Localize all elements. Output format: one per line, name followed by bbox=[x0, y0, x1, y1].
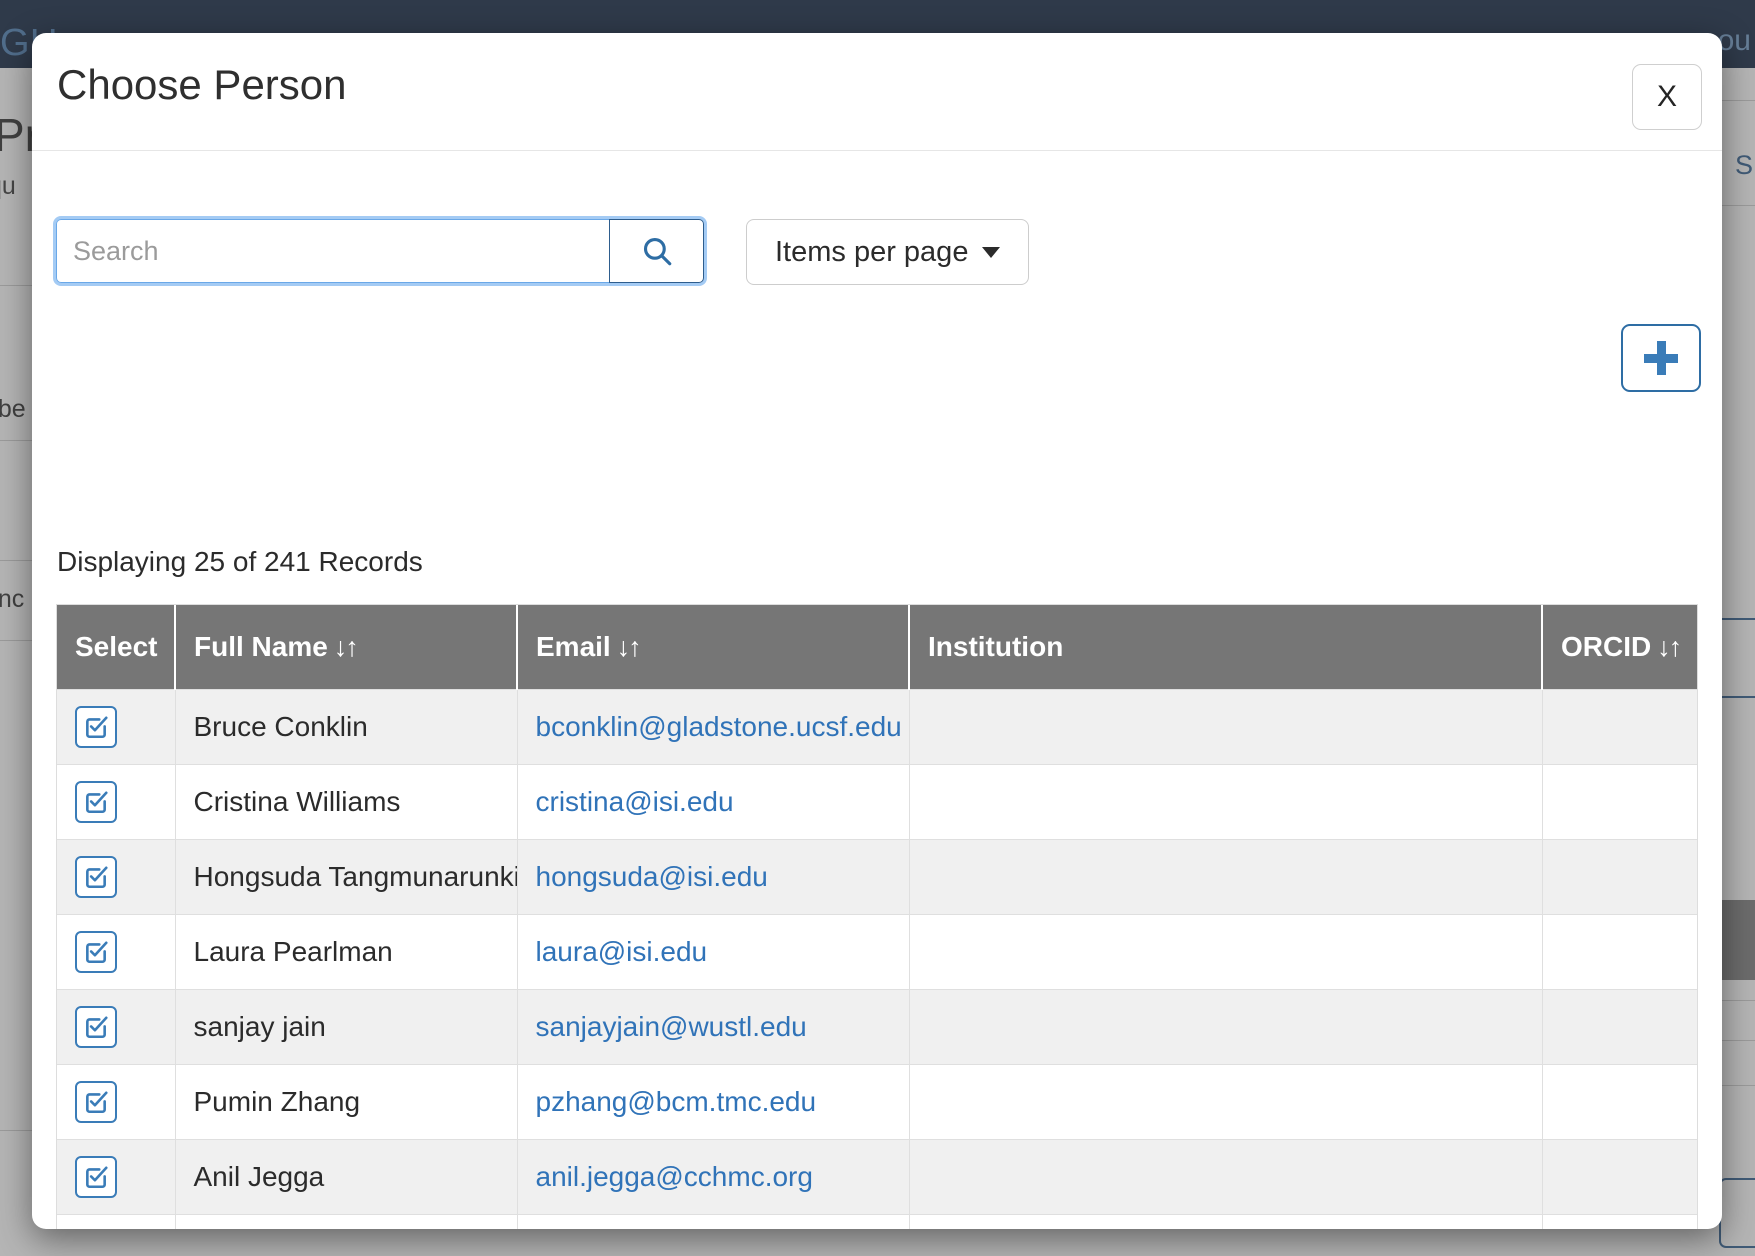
cell-orcid bbox=[1542, 763, 1697, 839]
cell-orcid bbox=[1542, 988, 1697, 1064]
column-label-full-name: Full Name bbox=[194, 630, 328, 662]
people-table: Select Full Name ↓↑ Email ↓↑ Institution O… bbox=[57, 605, 1697, 1229]
cell-email: bconklin@gladstone.ucsf.edu bbox=[517, 688, 910, 764]
modal-title: Choose Person bbox=[57, 61, 347, 108]
table-row[interactable]: sanjay jain sanjayjain@wustl.edu bbox=[57, 988, 1697, 1064]
search-controls-row: Items per page bbox=[56, 219, 1030, 285]
cell-select bbox=[57, 913, 176, 989]
plus-icon bbox=[1644, 341, 1678, 375]
select-checkbox-icon[interactable] bbox=[75, 705, 117, 748]
close-button[interactable]: X bbox=[1632, 64, 1702, 130]
column-header-email[interactable]: Email ↓↑ bbox=[517, 605, 910, 689]
search-group bbox=[56, 219, 704, 283]
search-button[interactable] bbox=[609, 219, 704, 283]
sort-toggle-orcid-icon[interactable]: ↓↑ bbox=[1657, 632, 1682, 663]
items-per-page-label: Items per page bbox=[775, 235, 969, 268]
cell-institution bbox=[909, 838, 1543, 914]
choose-person-modal: Choose Person X Items per page bbox=[32, 33, 1722, 1229]
cell-full-name: Bruce Conklin bbox=[175, 688, 518, 764]
table-row[interactable]: Hongsuda Tangmunarunkit hongsuda@isi.edu bbox=[57, 838, 1697, 914]
select-checkbox-icon[interactable] bbox=[75, 780, 117, 823]
column-label-orcid: ORCID bbox=[1561, 630, 1652, 662]
select-checkbox-icon[interactable] bbox=[75, 855, 117, 898]
cell-select bbox=[57, 988, 176, 1064]
column-label-select: Select bbox=[75, 630, 158, 662]
cell-full-name: Anil Jegga bbox=[175, 1138, 518, 1214]
email-link[interactable]: pzhang@bcm.tmc.edu bbox=[536, 1086, 817, 1117]
cell-select bbox=[57, 763, 176, 839]
table-row[interactable]: Bruce Conklin bconklin@gladstone.ucsf.edu bbox=[57, 688, 1697, 764]
cell-institution bbox=[909, 913, 1543, 989]
cell-email: laura@isi.edu bbox=[517, 913, 910, 989]
column-header-select: Select bbox=[57, 605, 176, 689]
cell-full-name: Pumin Zhang bbox=[175, 1063, 518, 1139]
modal-header: Choose Person X bbox=[32, 33, 1722, 151]
table-row[interactable]: Albert Kimalbert.kim@med.usc.eduUniversi… bbox=[57, 1213, 1697, 1229]
email-link[interactable]: sanjayjain@wustl.edu bbox=[536, 1011, 807, 1042]
table-row[interactable]: Laura Pearlman laura@isi.edu bbox=[57, 913, 1697, 989]
cell-full-name: sanjay jain bbox=[175, 988, 518, 1064]
records-summary: Displaying 25 of 241 Records bbox=[57, 546, 423, 577]
cell-select bbox=[57, 1213, 176, 1229]
table-head: Select Full Name ↓↑ Email ↓↑ Institution O… bbox=[57, 605, 1697, 689]
search-icon bbox=[640, 234, 674, 268]
cell-email: sanjayjain@wustl.edu bbox=[517, 988, 910, 1064]
cell-institution bbox=[909, 763, 1543, 839]
cell-full-name: Hongsuda Tangmunarunkit bbox=[175, 838, 518, 914]
cell-full-name: Cristina Williams bbox=[175, 763, 518, 839]
chevron-down-icon bbox=[982, 246, 1001, 258]
search-input[interactable] bbox=[56, 219, 609, 283]
cell-institution bbox=[909, 688, 1543, 764]
cell-orcid bbox=[1542, 688, 1697, 764]
email-link[interactable]: anil.jegga@cchmc.org bbox=[536, 1161, 813, 1192]
cell-select bbox=[57, 838, 176, 914]
email-link[interactable]: laura@isi.edu bbox=[536, 936, 708, 967]
cell-email: hongsuda@isi.edu bbox=[517, 838, 910, 914]
sort-toggle-full-name-icon[interactable]: ↓↑ bbox=[334, 632, 359, 663]
cell-email: albert.kim@med.usc.edu bbox=[517, 1213, 910, 1229]
cell-select bbox=[57, 1138, 176, 1214]
people-table-container: Select Full Name ↓↑ Email ↓↑ Institution O… bbox=[56, 604, 1698, 1229]
cell-institution bbox=[909, 1063, 1543, 1139]
add-person-button[interactable] bbox=[1621, 324, 1701, 392]
column-header-full-name[interactable]: Full Name ↓↑ bbox=[175, 605, 518, 689]
select-checkbox-icon[interactable] bbox=[75, 1005, 117, 1048]
column-header-institution: Institution bbox=[909, 605, 1543, 689]
cell-institution: University of Southern California bbox=[909, 1213, 1543, 1229]
email-link[interactable]: hongsuda@isi.edu bbox=[536, 861, 768, 892]
table-row[interactable]: Pumin Zhang pzhang@bcm.tmc.edu bbox=[57, 1063, 1697, 1139]
cell-select bbox=[57, 688, 176, 764]
cell-full-name: Albert Kim bbox=[175, 1213, 518, 1229]
select-checkbox-icon[interactable] bbox=[75, 930, 117, 973]
cell-email: cristina@isi.edu bbox=[517, 763, 910, 839]
cell-orcid bbox=[1542, 838, 1697, 914]
cell-orcid bbox=[1542, 1138, 1697, 1214]
column-header-orcid[interactable]: ORCID ↓↑ bbox=[1542, 605, 1697, 689]
cell-full-name: Laura Pearlman bbox=[175, 913, 518, 989]
table-row[interactable]: Cristina Williams cristina@isi.edu bbox=[57, 763, 1697, 839]
cell-orcid bbox=[1542, 1213, 1697, 1229]
select-checkbox-icon[interactable] bbox=[75, 1080, 117, 1123]
cell-institution bbox=[909, 1138, 1543, 1214]
email-link[interactable]: bconklin@gladstone.ucsf.edu bbox=[536, 711, 902, 742]
sort-toggle-email-icon[interactable]: ↓↑ bbox=[617, 632, 642, 663]
column-label-email: Email bbox=[536, 630, 611, 662]
cell-orcid bbox=[1542, 1063, 1697, 1139]
cell-select bbox=[57, 1063, 176, 1139]
cell-email: anil.jegga@cchmc.org bbox=[517, 1138, 910, 1214]
select-checkbox-icon[interactable] bbox=[75, 1155, 117, 1198]
cell-institution bbox=[909, 988, 1543, 1064]
table-row[interactable]: Anil Jegga anil.jegga@cchmc.org bbox=[57, 1138, 1697, 1214]
items-per-page-dropdown[interactable]: Items per page bbox=[746, 219, 1030, 285]
cell-email: pzhang@bcm.tmc.edu bbox=[517, 1063, 910, 1139]
column-label-institution: Institution bbox=[928, 630, 1064, 662]
table-body: Bruce Conklin bconklin@gladstone.ucsf.edu… bbox=[57, 688, 1697, 1229]
email-link[interactable]: cristina@isi.edu bbox=[536, 786, 734, 817]
cell-orcid bbox=[1542, 913, 1697, 989]
table-header-row: Select Full Name ↓↑ Email ↓↑ Institution O… bbox=[57, 605, 1697, 689]
